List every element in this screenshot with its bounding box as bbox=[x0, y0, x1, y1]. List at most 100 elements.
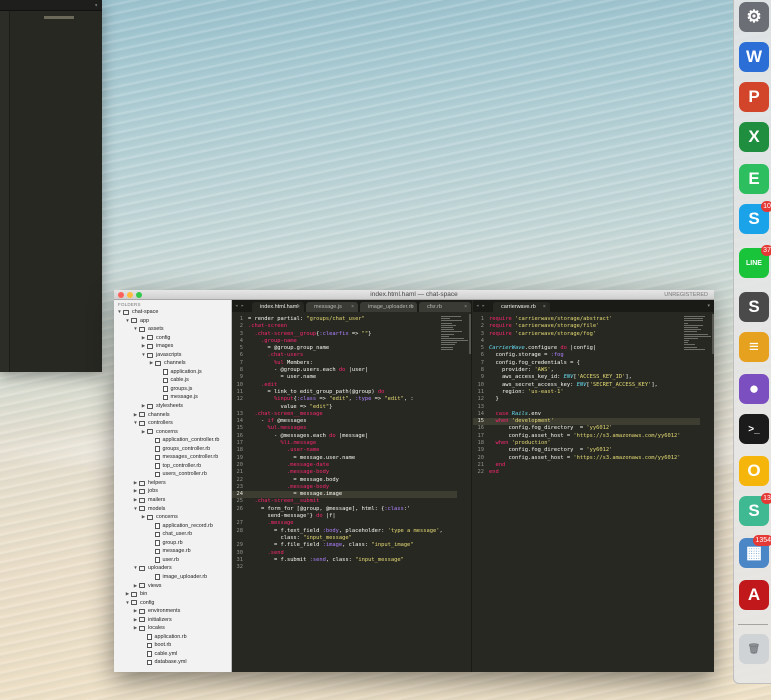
code-line[interactable]: 13 bbox=[473, 404, 700, 411]
code-line[interactable]: 12 %input{:class => "edit", :type => "ed… bbox=[232, 396, 457, 403]
code-line[interactable]: 5 CarrierWave.configure do |config| bbox=[473, 345, 700, 352]
editor-tab[interactable]: image_uploader.rb × bbox=[360, 302, 417, 312]
disclosure-open-icon[interactable]: ▼ bbox=[132, 325, 139, 334]
code-line[interactable]: 16 - @messages.each do |message| bbox=[232, 433, 457, 440]
tree-folder[interactable]: ▼ assets bbox=[114, 325, 231, 334]
tree-folder[interactable]: ▶ locales bbox=[114, 624, 231, 633]
tree-file[interactable]: group.rb bbox=[114, 539, 231, 548]
tree-file[interactable]: chat_user.rb bbox=[114, 530, 231, 539]
minimap-right[interactable] bbox=[684, 316, 712, 350]
disclosure-open-icon[interactable]: ▼ bbox=[132, 564, 139, 573]
minimap-left[interactable] bbox=[441, 316, 469, 350]
code-line[interactable]: 2 require 'carrierwave/storage/file' bbox=[473, 323, 700, 330]
editor-tab[interactable]: index.html.haml × bbox=[252, 302, 304, 312]
editor-tab[interactable]: cfsr.rb × bbox=[419, 302, 471, 312]
code-line[interactable]: 27 .message bbox=[232, 520, 457, 527]
tree-file[interactable]: top_controller.rb bbox=[114, 462, 231, 471]
powerpoint-icon[interactable]: P bbox=[739, 82, 769, 112]
chevron-down-icon[interactable]: ▾ bbox=[94, 2, 98, 9]
code-line[interactable]: 15 when 'development' bbox=[473, 418, 700, 426]
trash-icon[interactable]: 🗑 bbox=[739, 634, 769, 664]
code-line[interactable]: 8 - @group.users.each do |user| bbox=[232, 367, 457, 374]
background-editor-window[interactable]: ▾ bbox=[0, 0, 102, 372]
close-tab-icon[interactable]: × bbox=[464, 302, 467, 312]
tree-file[interactable]: application_controller.rb bbox=[114, 436, 231, 445]
code-line[interactable]: 20 config.asset_host = 'https://s3.amazo… bbox=[473, 455, 700, 462]
code-line[interactable]: 26 = form_for [@group, @message], html: … bbox=[232, 506, 457, 513]
code-line[interactable]: 5 = @group.group_name bbox=[232, 345, 457, 352]
evernote-icon[interactable]: E bbox=[739, 164, 769, 194]
tree-file[interactable]: application_record.rb bbox=[114, 522, 231, 531]
tree-folder[interactable]: ▶ images bbox=[114, 342, 231, 351]
tree-file[interactable]: message.rb bbox=[114, 547, 231, 556]
code-line[interactable]: 6 config.storage = :fog bbox=[473, 352, 700, 359]
tree-file[interactable]: boot.rb bbox=[114, 641, 231, 650]
code-line[interactable]: 10 aws_secret_access_key: ENV['SECRET_AC… bbox=[473, 382, 700, 389]
disclosure-closed-icon[interactable]: ▶ bbox=[140, 334, 147, 343]
editor-pane-left[interactable]: ◂ ▸ ▾ index.html.haml×message.js×image_u… bbox=[232, 300, 472, 672]
code-area-right[interactable]: 1 require 'carrierwave/storage/abstract' 2… bbox=[473, 316, 700, 672]
code-line[interactable]: 1 = render partial: "groups/chat_user" bbox=[232, 316, 457, 323]
tree-folder[interactable]: ▶ channels bbox=[114, 411, 231, 420]
disclosure-open-icon[interactable]: ▼ bbox=[124, 599, 131, 608]
scrollbar-right[interactable] bbox=[712, 314, 714, 354]
office-icon[interactable]: O bbox=[739, 456, 769, 486]
tree-file[interactable]: application.js bbox=[114, 368, 231, 377]
close-tab-icon[interactable]: × bbox=[351, 302, 354, 312]
code-line[interactable]: 22 = message.body bbox=[232, 477, 457, 484]
code-line[interactable]: 30 .send bbox=[232, 550, 457, 557]
code-line[interactable]: 21 end bbox=[473, 462, 700, 469]
word-icon[interactable]: W bbox=[739, 42, 769, 72]
code-line[interactable]: 14 - if @messages bbox=[232, 418, 457, 425]
tree-file[interactable]: user.rb bbox=[114, 556, 231, 565]
disclosure-open-icon[interactable]: ▼ bbox=[132, 505, 139, 514]
code-line[interactable]: 11 region: 'us-east-1' bbox=[473, 389, 700, 396]
code-line[interactable]: 8 provider: 'AWS', bbox=[473, 367, 700, 374]
tab-overflow-icon[interactable]: ▾ bbox=[707, 303, 710, 309]
tree-folder[interactable]: ▶ environments bbox=[114, 607, 231, 616]
disclosure-closed-icon[interactable]: ▶ bbox=[148, 359, 155, 368]
github-desktop-icon[interactable]: ● bbox=[739, 374, 769, 404]
tree-file[interactable]: image_uploader.rb bbox=[114, 573, 231, 582]
tab-nav-arrows-icon[interactable]: ◂ ▸ bbox=[235, 303, 244, 309]
disclosure-closed-icon[interactable]: ▶ bbox=[140, 342, 147, 351]
scrollbar-left[interactable] bbox=[469, 314, 471, 354]
tree-folder[interactable]: ▶ helpers bbox=[114, 479, 231, 488]
code-line[interactable]: 11 = link_to edit_group_path(@group) do bbox=[232, 389, 457, 396]
disclosure-open-icon[interactable]: ▼ bbox=[116, 308, 123, 317]
code-line[interactable]: 4 bbox=[473, 338, 700, 345]
tree-file[interactable]: cable.yml bbox=[114, 650, 231, 659]
tree-file[interactable]: groups_controller.rb bbox=[114, 445, 231, 454]
code-area-left[interactable]: 1 = render partial: "groups/chat_user" 2 .c… bbox=[232, 316, 457, 672]
disclosure-open-icon[interactable]: ▼ bbox=[124, 317, 131, 326]
code-line[interactable]: 31 = f.submit :send, class: "input_messa… bbox=[232, 557, 457, 564]
code-line[interactable]: 20 .message-date bbox=[232, 462, 457, 469]
code-line[interactable]: value => "edit"} bbox=[232, 404, 457, 411]
code-line[interactable]: 1 require 'carrierwave/storage/abstract' bbox=[473, 316, 700, 323]
tree-file[interactable]: database.yml bbox=[114, 658, 231, 667]
editor-pane-right[interactable]: ◂ ▸ ▾ carrierwave.rb × 1 require 'carrierw… bbox=[473, 300, 714, 672]
tree-file[interactable]: groups.js bbox=[114, 385, 231, 394]
close-tab-icon[interactable]: × bbox=[297, 302, 300, 312]
tree-folder[interactable]: ▼ models bbox=[114, 505, 231, 514]
close-tab-icon[interactable]: × bbox=[543, 302, 546, 312]
tree-folder[interactable]: ▶ concerns bbox=[114, 428, 231, 437]
tree-folder[interactable]: ▶ config bbox=[114, 334, 231, 343]
code-line[interactable]: 25 .chat-screen__submit bbox=[232, 498, 457, 505]
code-line[interactable]: 29 = f.file_field :image, class: "input_… bbox=[232, 542, 457, 549]
tree-file[interactable]: application.rb bbox=[114, 633, 231, 642]
disclosure-closed-icon[interactable]: ▶ bbox=[132, 496, 139, 505]
tree-folder[interactable]: ▼ controllers bbox=[114, 419, 231, 428]
disclosure-closed-icon[interactable]: ▶ bbox=[132, 616, 139, 625]
sequel-pro-icon[interactable]: ≡ bbox=[739, 332, 769, 362]
preview-icon[interactable]: ▦ 1354 bbox=[739, 535, 771, 568]
code-line[interactable]: 28 = f.text_field :body, placeholder: 't… bbox=[232, 528, 457, 535]
code-line[interactable]: 17 config.asset_host = 'https://s3.amazo… bbox=[473, 433, 700, 440]
code-line[interactable]: 16 config.fog_directory = 'yy6012' bbox=[473, 425, 700, 432]
tree-folder[interactable]: ▶ jobs bbox=[114, 487, 231, 496]
code-line[interactable]: 14 case Rails.env bbox=[473, 411, 700, 418]
code-line[interactable]: 9 aws_access_key_id: ENV['ACCESS_KEY_ID'… bbox=[473, 374, 700, 381]
disclosure-closed-icon[interactable]: ▶ bbox=[132, 624, 139, 633]
tree-folder[interactable]: ▶ bin bbox=[114, 590, 231, 599]
tree-file[interactable]: users_controller.rb bbox=[114, 470, 231, 479]
